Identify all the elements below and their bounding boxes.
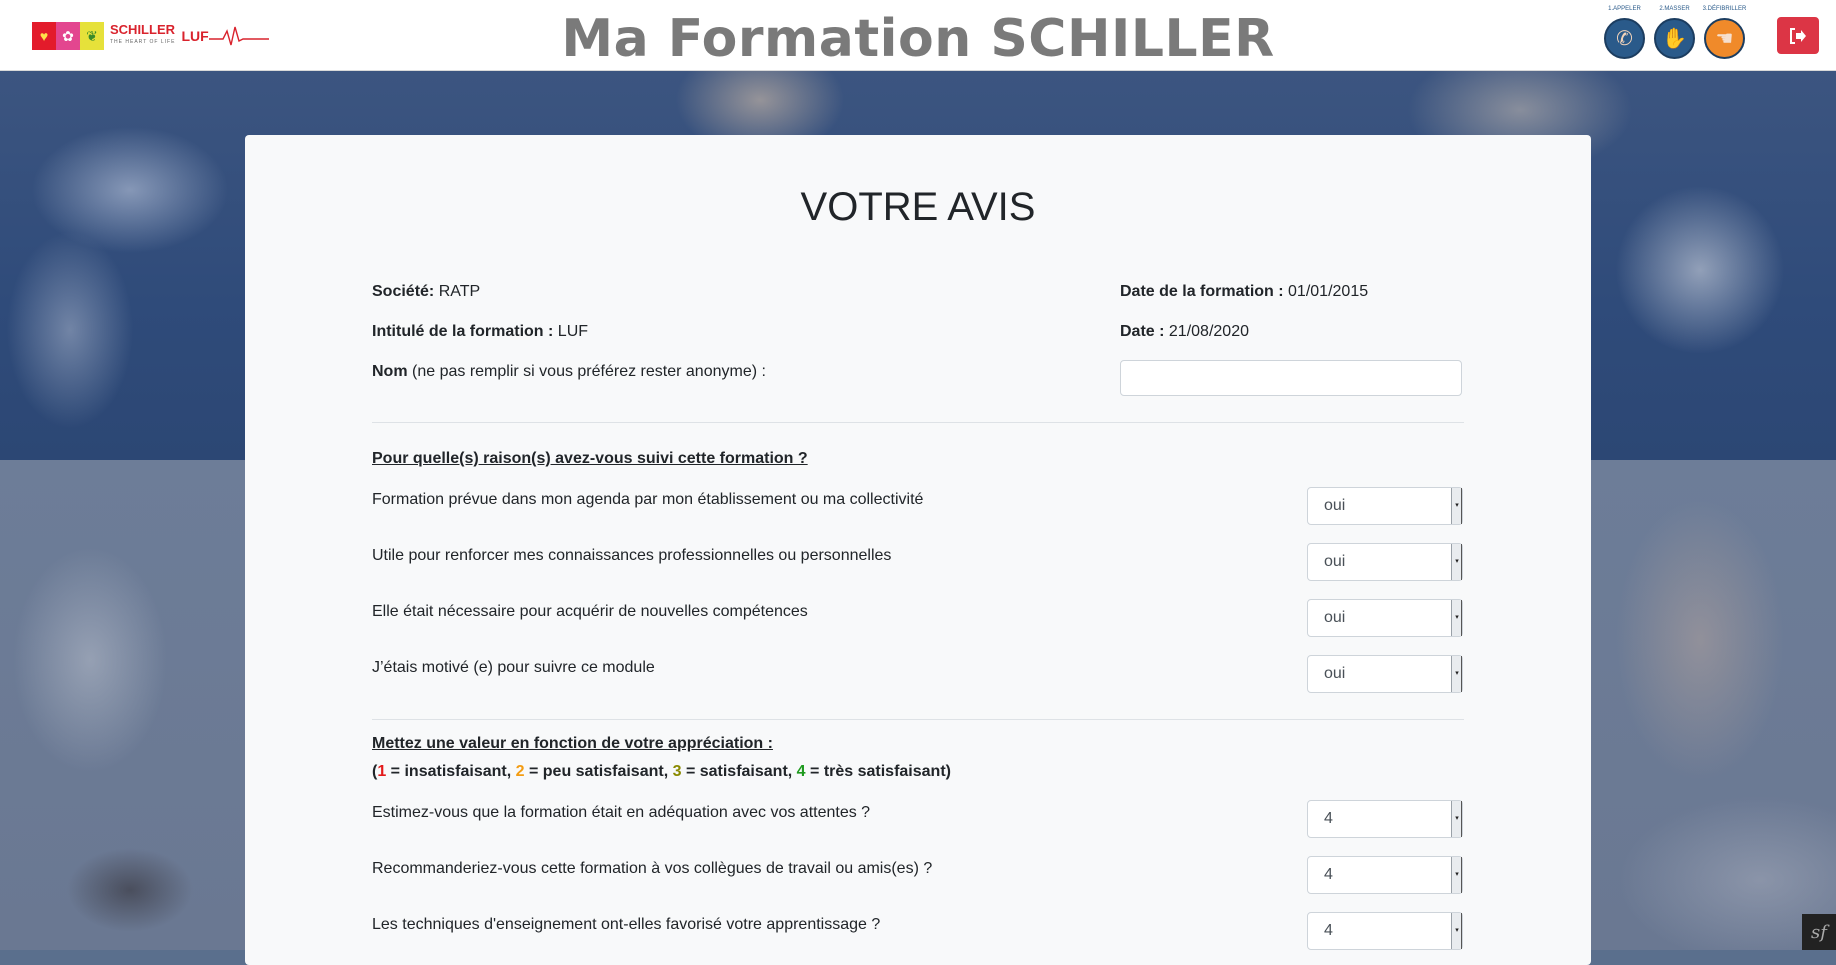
question-label: Formation prévue dans mon agenda par mon… [372,491,924,508]
chevron-down-icon: ▾ [1451,656,1462,692]
answer-select[interactable]: oui ▾ [1307,543,1463,581]
phone-hand-icon: ✆ [1604,18,1645,59]
answer-select[interactable]: oui ▾ [1307,599,1463,637]
logout-button[interactable] [1777,17,1819,54]
hand-icon: ✋ [1654,18,1695,59]
divider [372,422,1464,423]
answer-select[interactable]: oui ▾ [1307,487,1463,525]
page-title: VOTRE AVIS [800,185,1036,229]
answer-select[interactable]: oui ▾ [1307,655,1463,693]
chevron-down-icon: ▾ [1451,801,1462,837]
rating-legend: (1 = insatisfaisant, 2 = peu satisfaisan… [372,763,951,780]
divider [372,719,1464,720]
defibrillator-hand-icon: ☚ [1704,18,1745,59]
step-call: 1.APPELER ✆ [1602,6,1647,61]
question-label: Les techniques d'enseignement ont-elles … [372,916,881,933]
training-date-info: Date de la formation : 01/01/2015 [1120,283,1369,300]
chevron-down-icon: ▾ [1451,600,1462,636]
chevron-down-icon: ▾ [1451,488,1462,524]
section-reasons-title: Pour quelle(s) raison(s) avez-vous suivi… [372,450,808,467]
feedback-card: VOTRE AVIS Société: RATP Date de la form… [245,135,1591,965]
date-info: Date : 21/08/2020 [1120,323,1249,340]
question-label: Utile pour renforcer mes connaissances p… [372,547,892,564]
sign-out-icon [1790,27,1806,44]
symfony-toolbar-icon[interactable]: sf [1802,914,1836,950]
chevron-down-icon: ▾ [1451,913,1462,949]
chevron-down-icon: ▾ [1451,544,1462,580]
name-field-label: Nom (ne pas remplir si vous préférez res… [372,363,766,380]
rating-select[interactable]: 4 ▾ [1307,912,1463,950]
rescue-steps: 1.APPELER ✆ 2.MASSER ✋ 3.DÉFIBRILLER ☚ [1602,6,1747,61]
question-label: Recommanderiez-vous cette formation à vo… [372,860,933,877]
header: ♥ ✿ ❦ SCHILLER THE HEART OF LIFE LUF Ma … [0,0,1836,71]
question-label: Estimez-vous que la formation était en a… [372,804,871,821]
company-info: Société: RATP [372,283,481,300]
rating-select[interactable]: 4 ▾ [1307,800,1463,838]
rating-select[interactable]: 4 ▾ [1307,856,1463,894]
step-defibrillate: 3.DÉFIBRILLER ☚ [1702,6,1747,61]
question-label: J’étais motivé (e) pour suivre ce module [372,659,655,676]
chevron-down-icon: ▾ [1451,857,1462,893]
section-rating-title: Mettez une valeur en fonction de votre a… [372,735,773,752]
step-massage: 2.MASSER ✋ [1652,6,1697,61]
training-name-info: Intitulé de la formation : LUF [372,323,589,340]
site-title: Ma Formation SCHILLER [561,9,1275,69]
name-input[interactable] [1120,360,1462,396]
question-label: Elle était nécessaire pour acquérir de n… [372,603,808,620]
